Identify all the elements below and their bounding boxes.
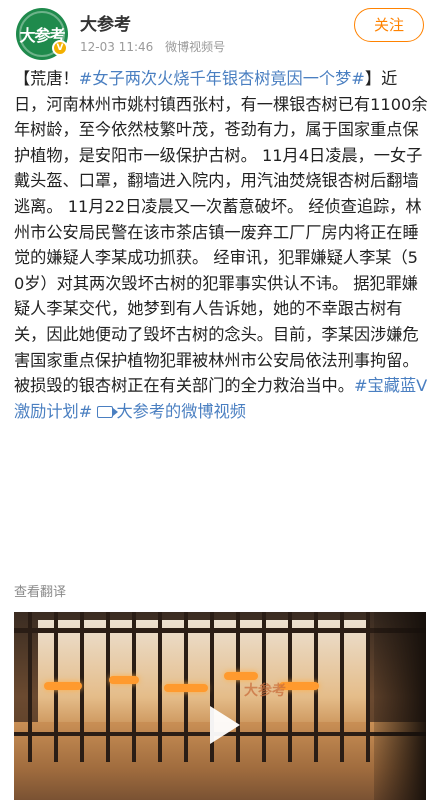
post-text: 【荒唐！#女子两次火烧千年银杏树竟因一个梦#】近日，河南林州市姚村镇西张村，有一… (14, 66, 428, 424)
video-scene-railing-bar (340, 612, 344, 762)
video-scene-fire (109, 676, 139, 684)
verified-badge-icon: V (52, 40, 68, 56)
video-scene-fire (224, 672, 258, 680)
post-text-segment: 】近日，河南林州市姚村镇西张村，有一棵银杏树已有1100余年树龄，至今依然枝繁叶… (14, 69, 428, 396)
post-meta: 12-03 11:46 微博视频号 (80, 38, 225, 55)
play-icon[interactable] (200, 704, 242, 746)
video-scene-shadow (374, 612, 426, 800)
post-text-segment: 【荒唐！ (14, 69, 79, 88)
follow-button[interactable]: 关注 (354, 8, 424, 42)
video-scene-fire (164, 684, 208, 692)
video-scene-railing-bar (106, 612, 110, 762)
video-scene-fire (44, 682, 82, 690)
topic-link[interactable]: #女子两次火烧千年银杏树竟因一个梦# (79, 69, 365, 88)
video-scene-railing-bar (28, 612, 32, 762)
author-name[interactable]: 大参考 (80, 10, 131, 35)
video-scene-railing-bar (132, 612, 136, 762)
video-scene-railing (14, 628, 426, 633)
video-scene-railing-bar (158, 612, 162, 762)
video-scene-railing-bar (366, 612, 370, 762)
post-date: 12-03 11:46 (80, 40, 154, 54)
video-watermark: 大参考 (244, 683, 286, 699)
video-camera-icon (97, 405, 119, 418)
video-player[interactable]: 大参考 (14, 612, 426, 800)
video-link[interactable]: 大参考的微博视频 (97, 402, 246, 421)
post-header: 大参考 V 大参考 12-03 11:46 微博视频号 关注 (0, 0, 441, 62)
post-source[interactable]: 微博视频号 (165, 40, 225, 54)
translate-button[interactable]: 查看翻译 (14, 581, 66, 600)
video-link-label: 大参考的微博视频 (116, 401, 246, 421)
